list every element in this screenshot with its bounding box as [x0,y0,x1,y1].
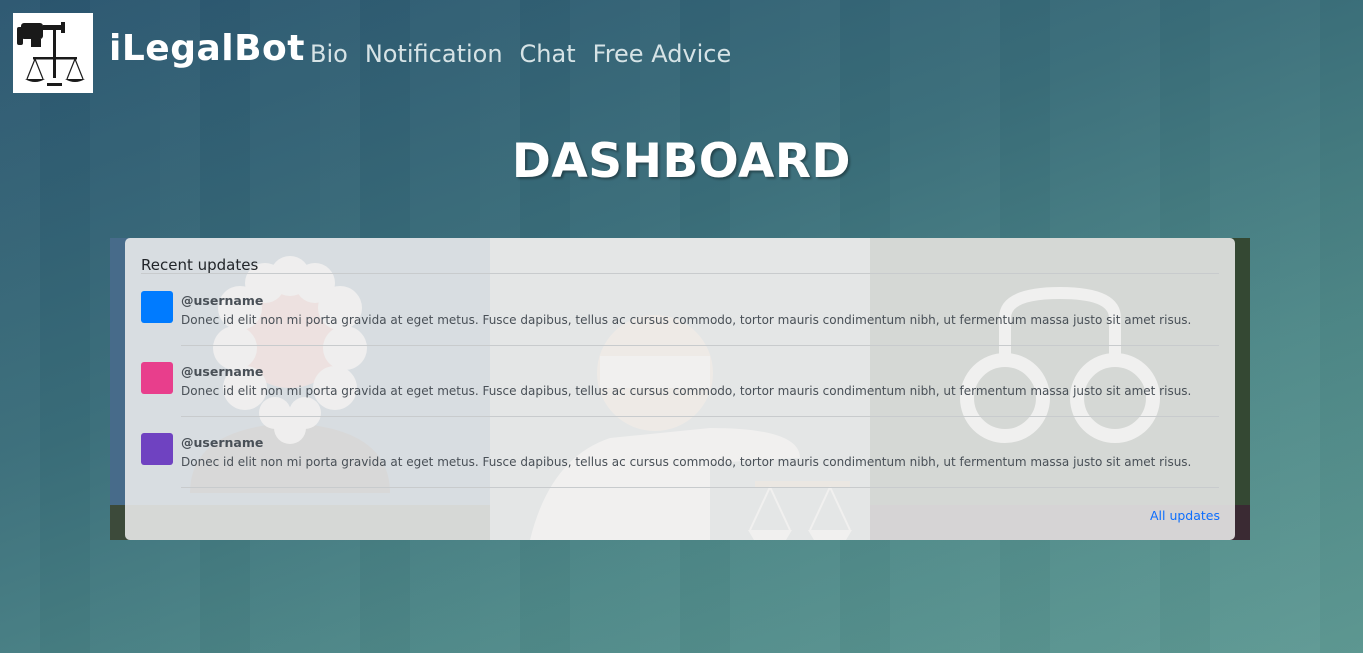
username: @username [181,293,264,308]
nav-chat[interactable]: Chat [520,40,576,68]
update-message: Donec id elit non mi porta gravida at eg… [181,313,1192,327]
all-updates-link[interactable]: All updates [1150,508,1220,523]
recent-updates-title: Recent updates [141,256,259,274]
nav-notification[interactable]: Notification [365,40,503,68]
username: @username [181,435,264,450]
update-message: Donec id elit non mi porta gravida at eg… [181,455,1192,469]
list-item: @username Donec id elit non mi porta gra… [141,345,1219,417]
brand-name[interactable]: iLegalBot [109,28,305,69]
avatar [141,291,173,323]
logo-gavel-scales-icon[interactable] [13,13,93,93]
nav-free-advice[interactable]: Free Advice [593,40,732,68]
update-message: Donec id elit non mi porta gravida at eg… [181,384,1192,398]
list-item: @username Donec id elit non mi porta gra… [141,416,1219,488]
page-title: DASHBOARD [511,134,852,189]
divider [181,487,1219,488]
list-item: @username Donec id elit non mi porta gra… [141,274,1219,346]
recent-updates-card: Recent updates @username Donec id elit n… [125,238,1235,540]
avatar [141,362,173,394]
nav-bio[interactable]: Bio [310,40,348,68]
main-nav: Bio Notification Chat Free Advice [310,40,748,68]
username: @username [181,364,264,379]
avatar [141,433,173,465]
